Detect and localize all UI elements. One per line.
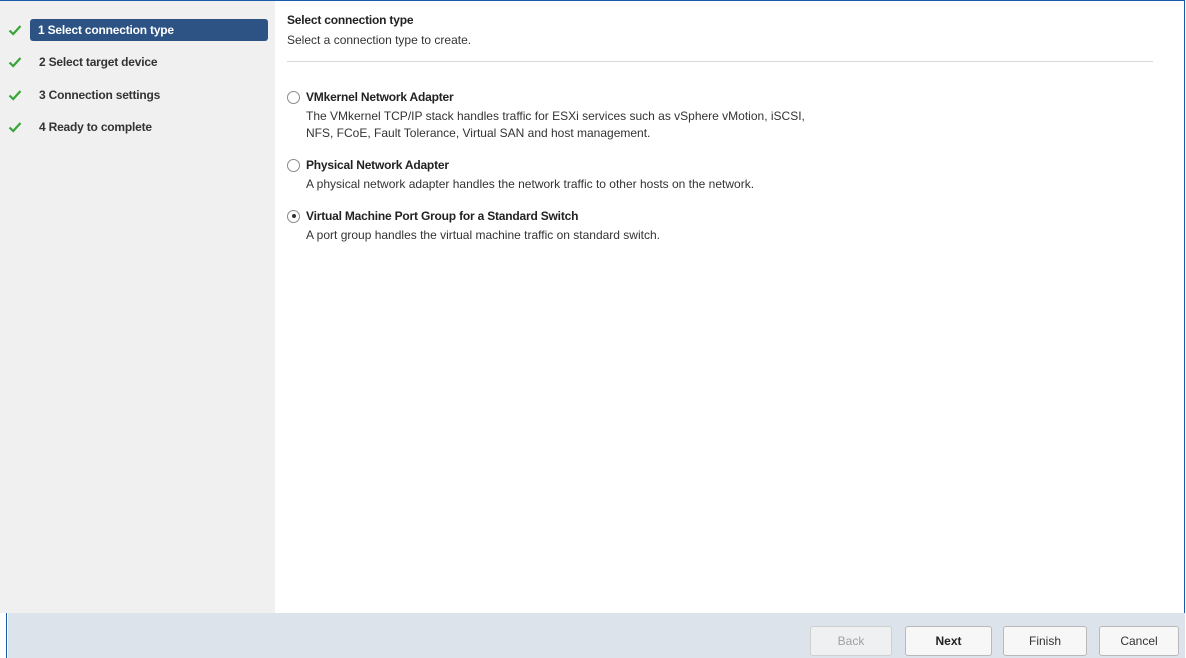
- wizard-sidebar: 1 Select connection type 2 Select target…: [0, 1, 275, 613]
- step-label: 1 Select connection type: [30, 19, 268, 41]
- page-title: Select connection type: [287, 13, 414, 27]
- step-select-connection-type[interactable]: 1 Select connection type: [0, 17, 270, 43]
- page-subtitle: Select a connection type to create.: [287, 33, 472, 47]
- wizard-footer: Back Next Finish Cancel: [8, 613, 1185, 658]
- step-label: 4 Ready to complete: [39, 120, 152, 134]
- option-title[interactable]: Virtual Machine Port Group for a Standar…: [306, 209, 578, 223]
- description-line: A physical network adapter handles the n…: [306, 177, 755, 191]
- finish-button[interactable]: Finish: [1003, 626, 1087, 656]
- radio-vm-port-group[interactable]: [287, 209, 300, 223]
- option-description: A port group handles the virtual machine…: [306, 227, 660, 244]
- checkmark-icon: [8, 57, 22, 68]
- step-connection-settings[interactable]: 3 Connection settings: [0, 82, 270, 108]
- option-physical-network-adapter: Physical Network Adapter A physical netw…: [287, 158, 754, 193]
- option-vmkernel-network-adapter: VMkernel Network Adapter The VMkernel TC…: [287, 90, 805, 142]
- step-ready-to-complete[interactable]: 4 Ready to complete: [0, 114, 270, 140]
- option-vm-port-group: Virtual Machine Port Group for a Standar…: [287, 209, 660, 244]
- divider: [287, 61, 1153, 62]
- cancel-button[interactable]: Cancel: [1099, 626, 1179, 656]
- step-label: 3 Connection settings: [39, 88, 161, 102]
- step-select-target-device[interactable]: 2 Select target device: [0, 49, 270, 75]
- checkmark-icon: [8, 122, 22, 133]
- description-line: The VMkernel TCP/IP stack handles traffi…: [306, 109, 805, 123]
- step-label: 2 Select target device: [39, 55, 158, 69]
- checkmark-icon: [8, 90, 22, 101]
- radio-physical-network-adapter[interactable]: [287, 158, 300, 172]
- option-title[interactable]: VMkernel Network Adapter: [306, 90, 454, 104]
- option-description: The VMkernel TCP/IP stack handles traffi…: [306, 108, 805, 142]
- back-button[interactable]: Back: [810, 626, 892, 656]
- description-line: NFS, FCoE, Fault Tolerance, Virtual SAN …: [306, 126, 651, 140]
- next-button[interactable]: Next: [905, 626, 992, 656]
- radio-vmkernel-network-adapter[interactable]: [287, 90, 300, 104]
- checkmark-icon: [8, 25, 22, 36]
- option-title[interactable]: Physical Network Adapter: [306, 158, 449, 172]
- description-line: A port group handles the virtual machine…: [306, 228, 660, 242]
- option-description: A physical network adapter handles the n…: [306, 176, 754, 193]
